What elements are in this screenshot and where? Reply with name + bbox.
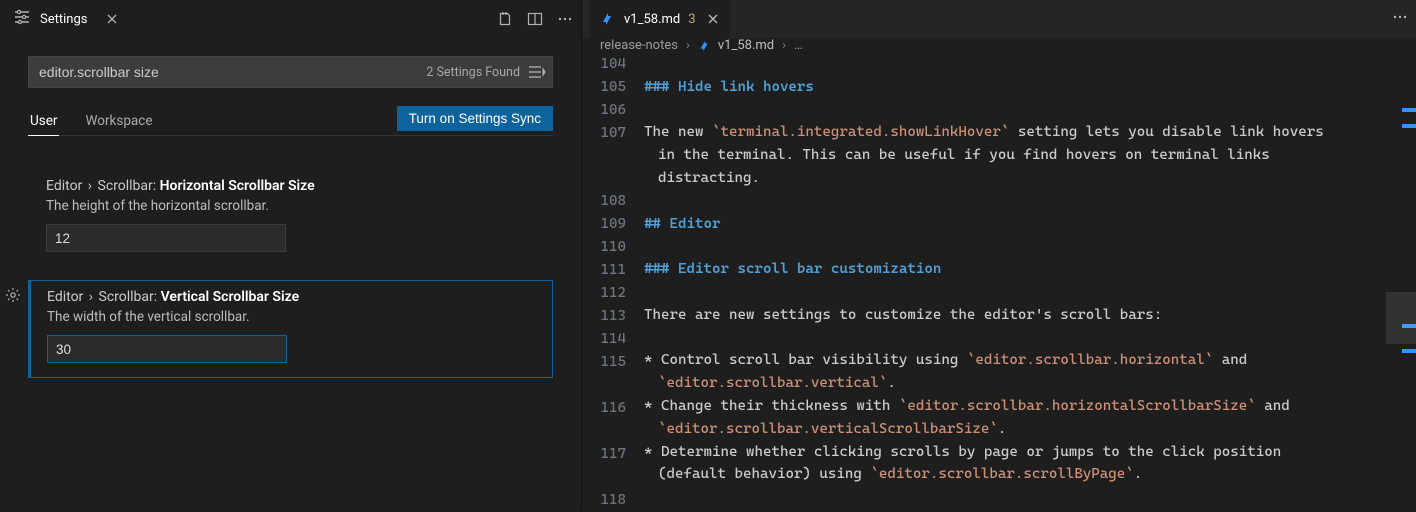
- code-line[interactable]: ### Hide link hovers: [644, 76, 1342, 99]
- code-line[interactable]: [644, 53, 1342, 76]
- setting-title: Editor › Scrollbar: Horizontal Scrollbar…: [46, 178, 539, 194]
- code-line[interactable]: The new `terminal.integrated.showLinkHov…: [644, 121, 1342, 189]
- minimap-slider[interactable]: [1386, 292, 1416, 344]
- code-line[interactable]: [644, 327, 1342, 350]
- settings-list: Editor › Scrollbar: Horizontal Scrollbar…: [28, 136, 553, 378]
- settings-scope-row: User Workspace Turn on Settings Sync: [28, 102, 553, 136]
- more-icon[interactable]: [1392, 9, 1408, 29]
- chevron-right-icon: ›: [782, 38, 786, 53]
- settings-search-input[interactable]: [39, 64, 426, 80]
- code-line[interactable]: There are new settings to customize the …: [644, 304, 1342, 327]
- settings-titlebar: Settings: [0, 0, 581, 38]
- settings-pane: Settings 2 Settings Found: [0, 0, 582, 510]
- filter-icon[interactable]: [528, 64, 546, 80]
- minimap[interactable]: [1386, 64, 1416, 510]
- code-line[interactable]: [644, 99, 1342, 122]
- minimap-mark: [1402, 108, 1416, 112]
- code-line[interactable]: * Control scroll bar visibility using `e…: [644, 349, 1342, 395]
- breadcrumb-file[interactable]: v1_58.md: [718, 38, 774, 53]
- setting-description: The height of the horizontal scrollbar.: [46, 198, 539, 214]
- setting-value-input[interactable]: [46, 224, 286, 252]
- code-content[interactable]: ### Hide link hovers The new `terminal.i…: [644, 53, 1416, 512]
- close-icon[interactable]: [105, 12, 119, 26]
- chevron-right-icon: ›: [686, 38, 690, 53]
- settings-body: 2 Settings Found User Workspace Turn on …: [0, 38, 581, 378]
- code-editor[interactable]: 1041051061071081091101111121131141151161…: [582, 53, 1416, 512]
- settings-sync-button[interactable]: Turn on Settings Sync: [397, 106, 553, 131]
- scope-tab-workspace[interactable]: Workspace: [83, 107, 154, 135]
- editor-tab-filename: v1_58.md: [624, 12, 680, 27]
- breadcrumb-folder[interactable]: release-notes: [600, 38, 678, 53]
- setting-item[interactable]: Editor › Scrollbar: Horizontal Scrollbar…: [28, 170, 553, 266]
- breadcrumb[interactable]: release-notes › v1_58.md › …: [582, 38, 1416, 53]
- minimap-mark: [1402, 124, 1416, 128]
- editor-tabs: v1_58.md 3: [582, 0, 1416, 38]
- markdown-file-icon: [698, 39, 712, 53]
- code-line[interactable]: [644, 235, 1342, 258]
- setting-item[interactable]: Editor › Scrollbar: Vertical Scrollbar S…: [28, 280, 553, 378]
- editor-tab-modified: 3: [688, 12, 695, 27]
- code-line[interactable]: [644, 281, 1342, 304]
- split-editor-icon[interactable]: [527, 11, 543, 27]
- code-line[interactable]: ## Editor: [644, 213, 1342, 236]
- code-line[interactable]: [644, 486, 1342, 509]
- editor-tab[interactable]: v1_58.md 3: [590, 0, 730, 38]
- editor-pane: v1_58.md 3 release-notes › v1_58.md › … …: [582, 0, 1416, 510]
- markdown-file-icon: [600, 11, 616, 27]
- editor-toolbar: [497, 11, 573, 27]
- settings-results-count: 2 Settings Found: [426, 65, 520, 80]
- minimap-mark: [1402, 349, 1416, 353]
- line-gutter: 1041051061071081091101111121131141151161…: [588, 53, 644, 512]
- more-icon[interactable]: [557, 11, 573, 27]
- setting-title: Editor › Scrollbar: Vertical Scrollbar S…: [47, 289, 538, 305]
- close-icon[interactable]: [706, 12, 720, 26]
- scope-tab-user[interactable]: User: [28, 107, 59, 136]
- open-changes-icon[interactable]: [497, 11, 513, 27]
- setting-description: The width of the vertical scrollbar.: [47, 309, 538, 325]
- settings-search[interactable]: 2 Settings Found: [28, 56, 553, 88]
- setting-value-input[interactable]: [47, 335, 287, 363]
- code-line[interactable]: * Change their thickness with `editor.sc…: [644, 395, 1342, 441]
- settings-tab[interactable]: Settings: [6, 0, 127, 38]
- code-line[interactable]: ### Editor scroll bar customization: [644, 258, 1342, 281]
- gear-icon[interactable]: [5, 287, 21, 307]
- settings-icon: [14, 9, 30, 29]
- code-line[interactable]: [644, 190, 1342, 213]
- settings-tab-label: Settings: [40, 12, 87, 27]
- breadcrumb-trail[interactable]: …: [794, 38, 803, 53]
- code-line[interactable]: * Determine whether clicking scrolls by …: [644, 441, 1342, 487]
